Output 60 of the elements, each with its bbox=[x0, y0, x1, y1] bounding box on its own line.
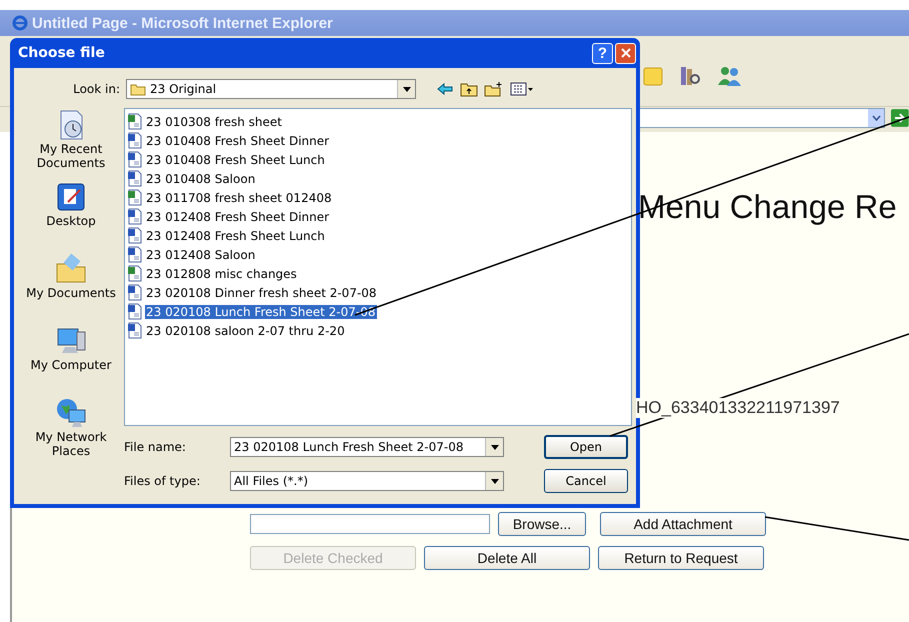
file-item[interactable]: 23 012808 misc changes bbox=[127, 264, 629, 283]
file-item[interactable]: 23 011708 fresh sheet 012408 bbox=[127, 188, 629, 207]
people-icon[interactable] bbox=[716, 64, 742, 88]
form-button[interactable]: Return to Request bbox=[598, 546, 764, 570]
document-file-icon bbox=[127, 208, 143, 225]
document-file-icon bbox=[127, 322, 143, 339]
spreadsheet-file-icon bbox=[127, 189, 143, 206]
dropdown-arrow-icon bbox=[402, 86, 410, 92]
file-item[interactable]: 23 010408 Fresh Sheet Dinner bbox=[127, 131, 629, 150]
help-button[interactable]: ? bbox=[592, 42, 613, 64]
spreadsheet-file-icon bbox=[127, 113, 143, 130]
document-file-icon bbox=[127, 284, 143, 301]
file-item[interactable]: 23 010408 Saloon bbox=[127, 169, 629, 188]
file-item[interactable]: 23 012408 Saloon bbox=[127, 245, 629, 264]
file-name-field[interactable]: 23 020108 Lunch Fresh Sheet 2-07-08 bbox=[230, 437, 504, 457]
file-item[interactable]: 23 020108 Dinner fresh sheet 2-07-08 bbox=[127, 283, 629, 302]
look-in-label: Look in: bbox=[72, 82, 121, 96]
dialog-title: Choose file bbox=[18, 45, 105, 61]
file-type-dropdown[interactable]: All Files (*.*) bbox=[230, 471, 504, 491]
cancel-button[interactable]: Cancel bbox=[544, 469, 628, 493]
document-file-icon bbox=[127, 227, 143, 244]
places-item[interactable]: My Network Places bbox=[21, 396, 121, 462]
add-attachment-button[interactable]: Add Attachment bbox=[600, 512, 766, 536]
close-icon bbox=[620, 47, 632, 59]
folder-icon bbox=[130, 82, 146, 96]
document-file-icon bbox=[127, 246, 143, 263]
back-arrow-icon[interactable] bbox=[436, 81, 454, 97]
file-item[interactable]: 23 012408 Fresh Sheet Dinner bbox=[127, 207, 629, 226]
view-menu-icon[interactable] bbox=[510, 82, 534, 96]
places-item[interactable]: My Computer bbox=[30, 324, 112, 390]
look-in-dropdown[interactable]: 23 Original bbox=[126, 79, 416, 99]
record-id: HO_633401332211971397 bbox=[636, 398, 840, 418]
dropdown-arrow-icon bbox=[490, 444, 498, 450]
places-item[interactable]: My Documents bbox=[26, 252, 116, 318]
document-file-icon bbox=[127, 303, 143, 320]
file-type-label: Files of type: bbox=[124, 474, 202, 488]
document-file-icon bbox=[127, 170, 143, 187]
dropdown-arrow-icon bbox=[490, 478, 498, 484]
globe-computer-icon bbox=[54, 396, 88, 430]
file-item[interactable]: 23 010308 fresh sheet bbox=[127, 112, 629, 131]
new-folder-icon[interactable] bbox=[484, 81, 504, 97]
file-name-label: File name: bbox=[124, 440, 187, 454]
close-button[interactable] bbox=[615, 42, 636, 64]
file-item[interactable]: 23 010408 Fresh Sheet Lunch bbox=[127, 150, 629, 169]
window-title: Untitled Page - Microsoft Internet Explorer bbox=[32, 14, 333, 32]
file-item[interactable]: 23 012408 Fresh Sheet Lunch bbox=[127, 226, 629, 245]
form-button[interactable]: Delete All bbox=[424, 546, 590, 570]
browser-logo-icon bbox=[12, 15, 28, 31]
file-item[interactable]: 23 020108 saloon 2-07 thru 2-20 bbox=[127, 321, 629, 340]
up-folder-icon[interactable] bbox=[460, 81, 478, 97]
file-path-field[interactable] bbox=[250, 514, 490, 534]
browse-button[interactable]: Browse... bbox=[498, 512, 586, 536]
document-file-icon bbox=[127, 132, 143, 149]
places-item[interactable]: My Recent Documents bbox=[21, 108, 121, 174]
open-button[interactable]: Open bbox=[544, 435, 628, 459]
places-item[interactable]: Desktop bbox=[46, 180, 96, 246]
document-file-icon bbox=[127, 151, 143, 168]
books-icon[interactable] bbox=[678, 64, 702, 88]
spreadsheet-file-icon bbox=[127, 265, 143, 282]
page-heading: Menu Change Re bbox=[638, 188, 897, 226]
